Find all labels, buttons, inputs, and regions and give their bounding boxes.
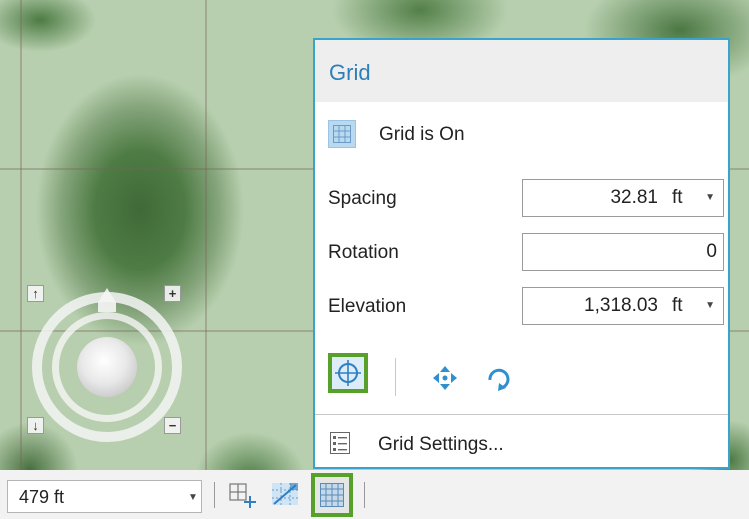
status-bar: 479 ft ▼ (0, 470, 749, 519)
chevron-down-icon: ▼ (705, 300, 715, 311)
tool-separator (395, 358, 396, 396)
popup-title: Grid (329, 60, 371, 85)
minus-icon[interactable]: − (164, 417, 181, 434)
navigator-control[interactable]: ↑ + ↓ − (22, 282, 192, 452)
rotation-field[interactable]: 0 (522, 233, 724, 271)
spacing-unit-select[interactable]: ft ▼ (664, 179, 724, 217)
status-separator (214, 482, 215, 508)
elevation-unit: ft (672, 295, 683, 316)
grid-status-label: Grid is On (379, 124, 465, 145)
popup-header: Grid (315, 40, 728, 102)
map-gridline (205, 0, 207, 470)
rotate-grid-button[interactable] (477, 358, 517, 398)
popup-divider (315, 414, 728, 415)
grid-toggle-icon[interactable] (328, 120, 356, 148)
grid-toggle-button[interactable] (311, 473, 353, 517)
move-arrows-icon (433, 366, 457, 390)
grid-settings-link[interactable]: Grid Settings... (378, 434, 504, 456)
grid-popup: Grid Grid is On Spacing 32.81 ft ▼ Rotat… (313, 38, 730, 469)
elevation-unit-select[interactable]: ft ▼ (664, 287, 724, 325)
chevron-down-icon: ▼ (188, 492, 198, 503)
arrow-up-icon[interactable]: ↑ (27, 285, 44, 302)
rotation-label: Rotation (328, 242, 399, 263)
chevron-down-icon: ▼ (705, 192, 715, 203)
snap-grid-icon[interactable] (270, 480, 302, 515)
settings-list-icon (330, 432, 350, 459)
snap-to-grid-button[interactable] (328, 353, 368, 393)
plus-icon[interactable]: + (164, 285, 181, 302)
spacing-field[interactable]: 32.81 (522, 179, 665, 217)
move-grid-button[interactable] (425, 358, 465, 398)
add-grid-icon[interactable] (228, 480, 258, 515)
scale-value: 479 ft (19, 487, 65, 507)
grid-icon (320, 483, 344, 507)
navigator-center-ball[interactable] (77, 337, 137, 397)
spacing-label: Spacing (328, 188, 397, 209)
elevation-field[interactable]: 1,318.03 (522, 287, 665, 325)
arrow-down-icon[interactable]: ↓ (27, 417, 44, 434)
elevation-label: Elevation (328, 296, 407, 317)
scale-combobox[interactable]: 479 ft ▼ (7, 480, 202, 513)
rotate-icon (488, 368, 510, 391)
crosshair-snap-icon (335, 360, 361, 386)
spacing-unit: ft (672, 187, 683, 208)
status-separator (364, 482, 365, 508)
